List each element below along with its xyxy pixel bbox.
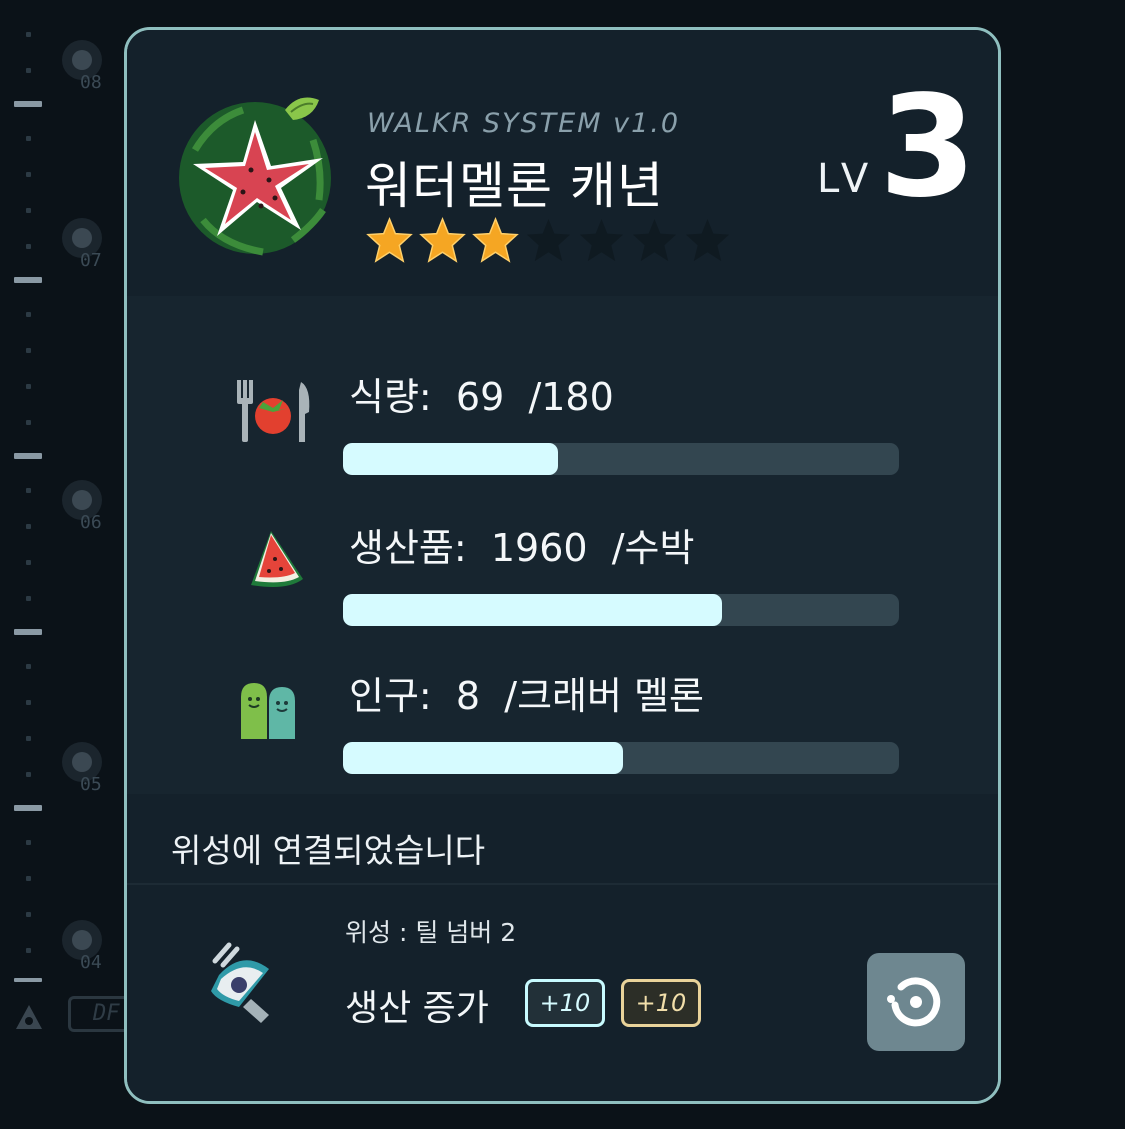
rail-dot <box>26 772 31 777</box>
connection-status: 위성에 연결되었습니다 <box>127 794 998 885</box>
stat-text-food: 식량: 69 /180 <box>349 366 614 421</box>
rail-tick <box>14 277 42 283</box>
rail-planet-number: 08 <box>80 72 102 93</box>
rail-planet-number: 07 <box>80 250 102 271</box>
stat-text-population: 인구: 8 /크래버 멜론 <box>349 665 704 720</box>
planet-info-card: WALKR SYSTEM v1.0 워터멜론 캐년 LV 3 식량: 69 /1… <box>124 27 1001 1104</box>
rail-dot <box>26 664 31 669</box>
rail-dot <box>26 596 31 601</box>
stat-value: 1960 <box>490 526 588 570</box>
star-empty-icon <box>526 218 571 262</box>
star-empty-icon <box>685 218 730 262</box>
target-icon <box>887 977 941 1027</box>
connection-status-text: 위성에 연결되었습니다 <box>171 831 486 870</box>
star-empty-icon <box>579 218 624 262</box>
rail-tick <box>14 453 42 459</box>
satellite-panel: 위성 : 틸 넘버 2 생산 증가 +10 +10 <box>127 885 998 1101</box>
satellite-icon <box>211 942 269 1023</box>
production-progress-bar <box>343 594 899 626</box>
food-progress-fill <box>343 443 558 475</box>
rail-tick <box>14 629 42 635</box>
df-button[interactable]: DF <box>68 996 126 1032</box>
rail-dot <box>26 524 31 529</box>
star-filled-icon <box>472 216 519 263</box>
rail-dot <box>26 560 31 565</box>
planet-list-rail: 08 07 06 05 04 DF <box>0 0 130 1129</box>
stat-row-food: 식량: 69 /180 <box>127 356 998 476</box>
planet-header: WALKR SYSTEM v1.0 워터멜론 캐년 LV 3 <box>127 30 998 296</box>
rail-planet-number: 05 <box>80 774 102 795</box>
planet-stats: 식량: 69 /180 생산품: 1960 /수박 인구: 8 /크래버 멜론 <box>127 296 998 794</box>
rail-planet-number: 04 <box>80 952 102 973</box>
rail-dot <box>26 68 31 73</box>
stat-row-production: 생산품: 1960 /수박 <box>127 507 998 627</box>
rail-tick <box>14 101 42 107</box>
rail-dot <box>26 420 31 425</box>
warning-triangle-icon[interactable] <box>14 1003 44 1031</box>
rail-dot <box>26 912 31 917</box>
star-filled-icon <box>419 216 466 263</box>
rail-dot <box>26 348 31 353</box>
stat-unit: /수박 <box>611 526 695 570</box>
rail-planet-number: 06 <box>80 512 102 533</box>
stat-value: 8 <box>455 674 481 718</box>
stat-unit: /180 <box>528 375 614 419</box>
rail-tick <box>14 805 42 811</box>
rail-tick <box>14 978 42 982</box>
production-boost-label: 생산 증가 <box>345 988 489 1029</box>
star-empty-icon <box>632 218 677 262</box>
food-icon <box>237 380 310 442</box>
production-progress-fill <box>343 594 723 626</box>
boost-badge-gold: +10 <box>621 979 701 1027</box>
rail-dot <box>26 384 31 389</box>
rail-dot <box>26 488 31 493</box>
rail-dot <box>26 172 31 177</box>
stat-text-production: 생산품: 1960 /수박 <box>349 517 694 572</box>
boost-badge-teal: +10 <box>525 979 605 1027</box>
rail-dot <box>26 948 31 953</box>
rail-dot <box>26 876 31 881</box>
watermelon-planet-icon <box>179 97 331 256</box>
rail-dot <box>26 700 31 705</box>
stat-label: 식량: <box>349 375 432 419</box>
satellite-target-button[interactable] <box>867 953 965 1051</box>
population-progress-fill <box>343 742 624 774</box>
satellite-label: 위성 : 틸 넘버 2 <box>345 918 517 947</box>
rail-dot <box>26 244 31 249</box>
level-label: LV <box>817 156 875 202</box>
level-value: 3 <box>879 66 977 229</box>
population-icon <box>241 683 295 739</box>
system-name: WALKR SYSTEM v1.0 <box>367 108 681 139</box>
rail-dot <box>26 312 31 317</box>
stat-label: 생산품: <box>349 526 467 570</box>
star-filled-icon <box>366 216 413 263</box>
planet-name: 워터멜론 캐년 <box>365 157 664 215</box>
rail-dot <box>26 136 31 141</box>
rail-dot <box>26 840 31 845</box>
stat-label: 인구: <box>349 674 432 718</box>
rail-dot <box>26 736 31 741</box>
stat-value: 69 <box>455 375 505 419</box>
population-progress-bar <box>343 742 899 774</box>
watermelon-slice-icon <box>251 531 303 587</box>
rail-dot <box>26 208 31 213</box>
food-progress-bar <box>343 443 899 475</box>
stat-unit: /크래버 멜론 <box>504 674 704 718</box>
star-rating <box>365 216 732 265</box>
stat-row-population: 인구: 8 /크래버 멜론 <box>127 655 998 775</box>
rail-dot <box>26 32 31 37</box>
